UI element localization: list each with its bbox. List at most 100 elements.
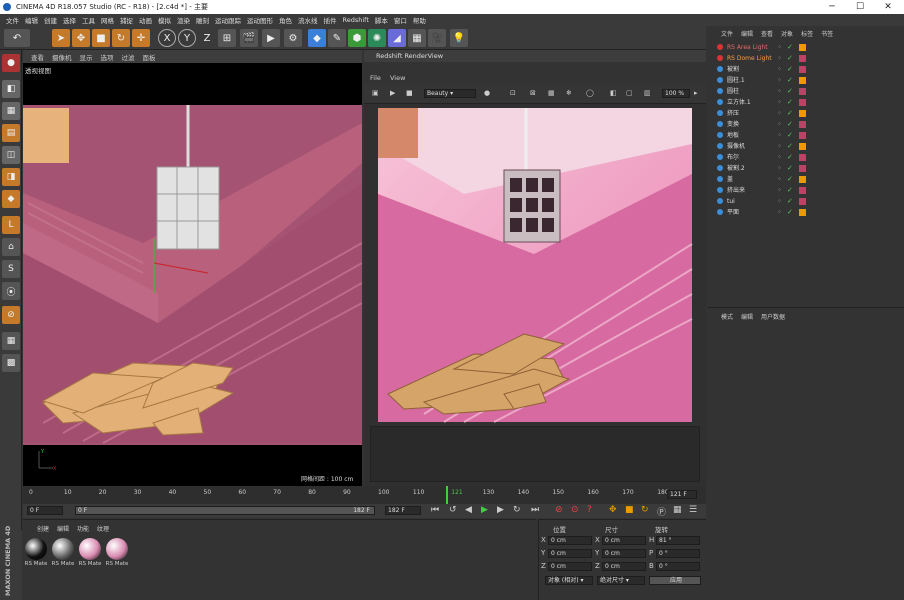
tag-icon[interactable]	[799, 209, 806, 216]
zoom-field[interactable]: 100 %	[662, 89, 690, 98]
sculpt-icon[interactable]: ⊘	[2, 306, 20, 324]
viewport-menu-item[interactable]: 过滤	[122, 52, 135, 62]
z-axis-icon[interactable]: Z	[198, 29, 216, 47]
menu-item[interactable]: 脚本	[375, 15, 388, 25]
coord-mode-select[interactable]: 对象 (相对) ▾	[545, 576, 593, 585]
menu-item[interactable]: 窗口	[394, 15, 407, 25]
tag-icon[interactable]	[799, 66, 806, 73]
start-frame-field[interactable]: 0 F	[27, 506, 63, 515]
visibility-icon[interactable]: ⁘	[777, 42, 782, 53]
visibility-icon[interactable]: ⁘	[777, 53, 782, 64]
tag-icon[interactable]	[799, 99, 806, 106]
renderview-menu-view[interactable]: View	[390, 74, 405, 82]
lock-icon[interactable]: ⦿	[2, 282, 20, 300]
texture-mode-icon[interactable]: ▦	[2, 102, 20, 120]
go-end-icon[interactable]: ⏭	[531, 505, 539, 515]
visibility-icon[interactable]: ⁘	[777, 64, 782, 75]
y-axis-icon[interactable]: Y	[178, 29, 196, 47]
attribute-menu-item[interactable]: 用户数据	[761, 314, 785, 321]
edges-mode-icon[interactable]: ◨	[2, 168, 20, 186]
scale-icon[interactable]: ■	[92, 29, 110, 47]
enabled-check-icon[interactable]: ✓	[787, 130, 793, 141]
attribute-menu-item[interactable]: 模式	[721, 314, 733, 321]
next-frame-icon[interactable]: ▶	[497, 505, 504, 515]
material-swatch[interactable]: RS Mate	[104, 537, 130, 571]
viewport-menu-item[interactable]: 摄像机	[52, 52, 72, 62]
viewport-menu-item[interactable]: 显示	[80, 52, 93, 62]
end-frame-field[interactable]: 182 F	[385, 506, 421, 515]
material-menu-item[interactable]: 功能	[77, 526, 89, 533]
tag-icon[interactable]	[799, 110, 806, 117]
tweak-mode-icon[interactable]: ⌂	[2, 238, 20, 256]
lock-render-icon[interactable]: ⊠	[530, 89, 536, 97]
tag-icon[interactable]	[799, 198, 806, 205]
visibility-icon[interactable]: ⁘	[777, 185, 782, 196]
menu-item[interactable]: 捕捉	[120, 15, 133, 25]
object-row[interactable]: RS Area Light ⁘ ✓	[707, 42, 904, 53]
save-icon[interactable]: ▣	[372, 89, 379, 97]
key-scale-icon[interactable]: ■	[625, 505, 634, 515]
tag-icon[interactable]	[799, 121, 806, 128]
object-row[interactable]: 立方体.1 ⁘ ✓	[707, 97, 904, 108]
rotation-field[interactable]: 81 °	[656, 536, 700, 545]
tag-icon[interactable]	[799, 187, 806, 194]
object-menu-item[interactable]: 标签	[801, 31, 813, 38]
object-row[interactable]: 摄像机 ⁘ ✓	[707, 141, 904, 152]
object-row[interactable]: RS Dome Light ⁘ ✓	[707, 53, 904, 64]
transform-icon[interactable]: ✛	[132, 29, 150, 47]
light-icon[interactable]: 💡	[450, 29, 468, 47]
tag-icon[interactable]	[799, 154, 806, 161]
play-forward-icon[interactable]: ▶	[481, 505, 488, 515]
tag-icon[interactable]	[799, 44, 806, 51]
object-menu-item[interactable]: 对象	[781, 31, 793, 38]
minimize-icon[interactable]: ─	[818, 0, 846, 14]
viewport-menu-item[interactable]: 面板	[143, 52, 156, 62]
render-view-icon[interactable]: 🎬	[240, 29, 258, 47]
go-start-icon[interactable]: ⏮	[431, 505, 439, 515]
snowflake-icon[interactable]: ❄	[566, 89, 572, 97]
axis-mode-icon[interactable]: L	[2, 216, 20, 234]
polygons-mode-icon[interactable]: ◆	[2, 190, 20, 208]
object-menu-item[interactable]: 查看	[761, 31, 773, 38]
material-swatch[interactable]: RS Mate	[50, 537, 76, 571]
model-mode-icon[interactable]: ◧	[2, 80, 20, 98]
menu-item[interactable]: 运动图形	[247, 15, 273, 25]
object-row[interactable]: 盖 ⁘ ✓	[707, 174, 904, 185]
menu-item[interactable]: 编辑	[25, 15, 38, 25]
visibility-icon[interactable]: ⁘	[777, 97, 782, 108]
visibility-icon[interactable]: ⁘	[777, 163, 782, 174]
renderview-menu-file[interactable]: File	[370, 74, 381, 82]
deformer-icon[interactable]: ◢	[388, 29, 406, 47]
tag-icon[interactable]	[799, 165, 806, 172]
crop-icon[interactable]: ⊡	[510, 89, 516, 97]
enabled-check-icon[interactable]: ✓	[787, 196, 793, 207]
visibility-icon[interactable]: ⁘	[777, 108, 782, 119]
menu-item[interactable]: 创建	[44, 15, 57, 25]
object-row[interactable]: 被割.2 ⁘ ✓	[707, 163, 904, 174]
menu-item[interactable]: 运动跟踪	[215, 15, 241, 25]
menu-item[interactable]: 插件	[324, 15, 337, 25]
enabled-check-icon[interactable]: ✓	[787, 119, 793, 130]
enabled-check-icon[interactable]: ✓	[787, 64, 793, 75]
object-row[interactable]: tui ⁘ ✓	[707, 196, 904, 207]
menu-item[interactable]: 模拟	[158, 15, 171, 25]
enabled-check-icon[interactable]: ✓	[787, 86, 793, 97]
object-row[interactable]: 变换 ⁘ ✓	[707, 119, 904, 130]
menu-item[interactable]: 角色	[279, 15, 292, 25]
aov-select[interactable]: Beauty ▾	[424, 89, 476, 98]
enabled-check-icon[interactable]: ✓	[787, 185, 793, 196]
stop-icon[interactable]: ■	[406, 89, 413, 97]
menu-item[interactable]: 工具	[82, 15, 95, 25]
object-row[interactable]: 挤压 ⁘ ✓	[707, 108, 904, 119]
material-swatch[interactable]: RS Mate	[23, 537, 49, 571]
menu-item[interactable]: 动画	[139, 15, 152, 25]
cube-icon[interactable]: ◆	[308, 29, 326, 47]
object-row[interactable]: 圆柱 ⁘ ✓	[707, 86, 904, 97]
object-row[interactable]: 挤出来 ⁘ ✓	[707, 185, 904, 196]
material-menu-item[interactable]: 创建	[37, 526, 49, 533]
current-frame-field[interactable]: 121 F	[667, 490, 697, 499]
object-row[interactable]: 平面 ⁘ ✓	[707, 207, 904, 218]
key-move-icon[interactable]: ✥	[609, 505, 617, 515]
menu-item[interactable]: 选择	[63, 15, 76, 25]
prev-key-icon[interactable]: ↺	[449, 505, 457, 515]
